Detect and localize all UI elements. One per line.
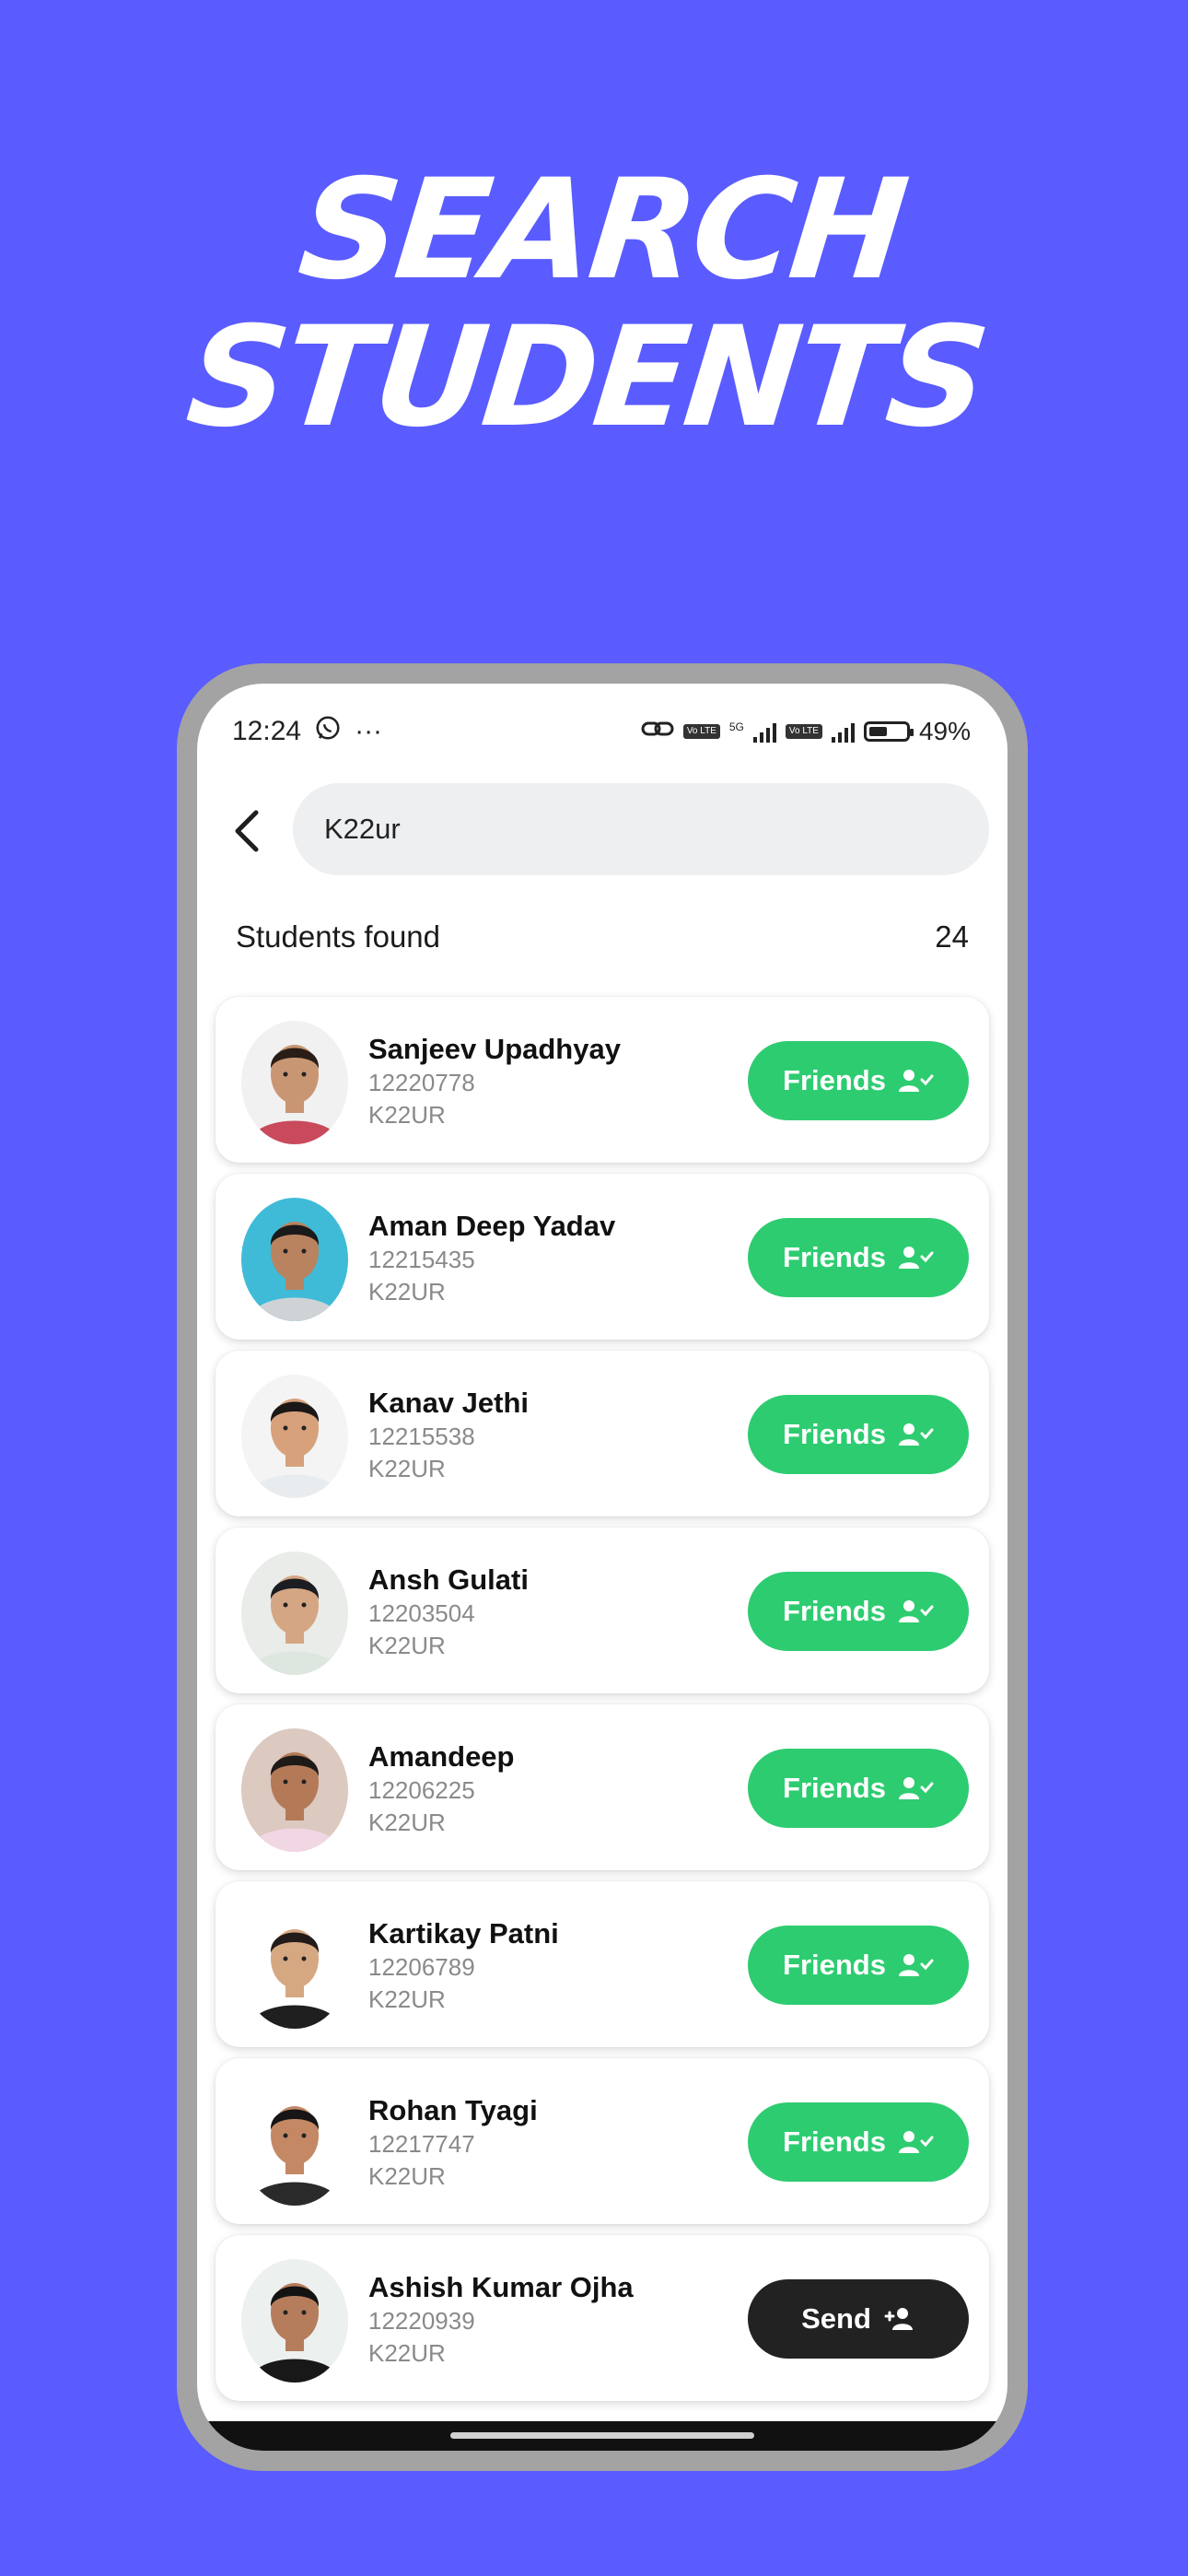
user-check-icon [898, 1422, 934, 1447]
student-list: Sanjeev Upadhyay 12220778 K22UR Friends Aman… [215, 997, 989, 2412]
action-label: Friends [783, 1241, 886, 1273]
user-plus-icon [884, 2306, 915, 2332]
student-section: K22UR [368, 2339, 446, 2367]
student-id: 12215538 [368, 1423, 475, 1450]
student-card[interactable]: Kanav Jethi 12215538 K22UR Friends [215, 1351, 989, 1516]
status-bar: 12:24 ··· Vo LTE 5G Vo LTE 49% [197, 684, 1007, 779]
student-name: Ansh Gulati [368, 1563, 529, 1596]
signal-icon [752, 720, 776, 743]
user-check-icon [898, 1598, 934, 1624]
friends-button[interactable]: Friends [748, 1395, 969, 1474]
friends-button[interactable]: Friends [748, 1572, 969, 1651]
friends-button[interactable]: Friends [748, 1041, 969, 1120]
results-label: Students found [236, 919, 441, 954]
headline: SEARCH STUDENTS [0, 150, 1188, 458]
student-id: 12203504 [368, 1599, 475, 1627]
link-icon [641, 717, 674, 747]
headline-line-1: SEARCH [292, 150, 912, 310]
friends-button[interactable]: Friends [748, 1749, 969, 1828]
student-name: Kanav Jethi [368, 1387, 530, 1419]
student-id: 12220778 [368, 1069, 475, 1096]
student-name: Aman Deep Yadav [368, 1210, 616, 1242]
user-check-icon [898, 1952, 934, 1978]
student-card[interactable]: Rohan Tyagi 12217747 K22UR Friends [215, 2058, 989, 2224]
avatar [241, 1021, 348, 1144]
student-name: Ashish Kumar Ojha [368, 2271, 634, 2303]
action-label: Friends [783, 1772, 886, 1804]
user-check-icon [898, 1068, 934, 1094]
friends-button[interactable]: Friends [748, 1926, 969, 2005]
action-label: Friends [783, 2125, 886, 2158]
whatsapp-icon [314, 714, 342, 749]
student-section: K22UR [368, 1632, 446, 1659]
search-input[interactable] [293, 783, 989, 875]
avatar [241, 1728, 348, 1852]
battery-icon [863, 721, 914, 742]
results-count: 24 [935, 919, 969, 954]
chevron-left-icon [235, 810, 259, 852]
student-card[interactable]: Sanjeev Upadhyay 12220778 K22UR Friends [215, 997, 989, 1163]
status-time: 12:24 [232, 716, 302, 746]
student-card[interactable]: Aman Deep Yadav 12215435 K22UR Friends [215, 1174, 989, 1340]
home-indicator[interactable] [450, 2432, 754, 2439]
student-section: K22UR [368, 1809, 446, 1836]
navigation-bar [197, 2421, 1007, 2451]
student-id: 12206789 [368, 1953, 475, 1981]
volte-badge: Vo LTE [682, 724, 720, 739]
friends-button[interactable]: Friends [748, 1218, 969, 1297]
user-check-icon [898, 1245, 934, 1270]
signal-icon-2 [831, 720, 855, 743]
student-section: K22UR [368, 1455, 446, 1482]
student-card[interactable]: Kartikay Patni 12206789 K22UR Friends [215, 1881, 989, 2047]
back-button[interactable] [217, 802, 276, 861]
avatar [241, 2082, 348, 2206]
student-id: 12220939 [368, 2307, 475, 2335]
user-check-icon [898, 1775, 934, 1801]
avatar [241, 1551, 348, 1675]
student-section: K22UR [368, 1101, 446, 1129]
student-name: Kartikay Patni [368, 1917, 559, 1950]
avatar [241, 2259, 348, 2383]
avatar [241, 1198, 348, 1321]
student-name: Rohan Tyagi [368, 2094, 538, 2126]
action-label: Friends [783, 1949, 886, 1981]
volte-badge-2: Vo LTE [785, 724, 822, 739]
results-summary: Students found 24 [236, 914, 969, 960]
avatar [241, 1905, 348, 2029]
send-request-button[interactable]: Send [748, 2279, 969, 2359]
student-card[interactable]: Amandeep 12206225 K22UR Friends [215, 1704, 989, 1870]
student-name: Amandeep [368, 1740, 515, 1773]
student-section: K22UR [368, 2162, 446, 2190]
friends-button[interactable]: Friends [748, 2102, 969, 2182]
student-section: K22UR [368, 1985, 446, 2013]
battery-percent: 49% [918, 717, 971, 745]
phone-screen: 12:24 ··· Vo LTE 5G Vo LTE 49% K22ur Stu… [197, 684, 1007, 2451]
action-label: Send [801, 2302, 871, 2335]
student-card[interactable]: Ansh Gulati 12203504 K22UR Friends [215, 1528, 989, 1693]
student-name: Sanjeev Upadhyay [368, 1033, 621, 1065]
student-card[interactable]: Ashish Kumar Ojha 12220939 K22UR Send [215, 2235, 989, 2401]
action-label: Friends [783, 1418, 886, 1450]
search-bar [197, 783, 1007, 879]
network-type: 5G [728, 720, 744, 733]
student-id: 12217747 [368, 2130, 475, 2158]
student-id: 12206225 [368, 1776, 475, 1804]
headline-line-2: STUDENTS [180, 298, 993, 458]
student-id: 12215435 [368, 1246, 475, 1273]
avatar [241, 1375, 348, 1498]
action-label: Friends [783, 1595, 886, 1627]
action-label: Friends [783, 1064, 886, 1096]
user-check-icon [898, 2129, 934, 2155]
more-notifications-icon: ··· [355, 716, 383, 746]
student-section: K22UR [368, 1278, 446, 1306]
phone-frame: 12:24 ··· Vo LTE 5G Vo LTE 49% K22ur Stu… [177, 663, 1028, 2471]
